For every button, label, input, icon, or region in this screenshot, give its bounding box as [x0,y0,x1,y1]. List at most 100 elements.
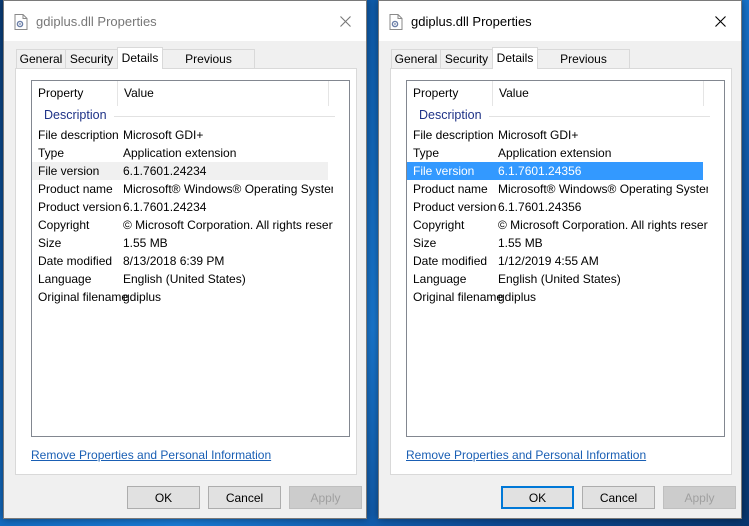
property-name: Date modified [38,254,113,268]
dll-file-icon [389,14,403,30]
tab-general[interactable]: General [391,49,441,68]
close-icon [714,15,726,27]
details-panel: Property Value Description File descript… [390,68,732,475]
column-header-value[interactable]: Value [118,81,328,106]
details-panel: Property Value Description File descript… [15,68,357,475]
property-name: Copyright [38,218,90,232]
cancel-button[interactable]: Cancel [582,486,655,509]
property-value: English (United States) [123,272,246,286]
tab-previous-versions[interactable]: Previous Versions [537,49,630,85]
property-value: 1.55 MB [123,236,168,250]
table-row[interactable]: Language English (United States) [32,270,349,288]
property-value: 6.1.7601.24234 [123,200,207,214]
property-name: Language [413,272,467,286]
property-name: Language [38,272,92,286]
table-row[interactable]: Copyright © Microsoft Corporation. All ri… [407,216,724,234]
group-title-description: Description [419,108,482,122]
property-value: 1/12/2019 4:55 AM [498,254,599,268]
apply-button[interactable]: Apply [289,486,362,509]
title-bar[interactable]: gdiplus.dll Properties [379,1,741,41]
column-divider[interactable] [328,81,329,106]
tab-details[interactable]: Details [117,47,163,69]
property-value: 6.1.7601.24234 [123,164,207,178]
close-icon [339,15,351,27]
column-header-property[interactable]: Property [32,81,117,106]
property-value: Microsoft® Windows® Operating System [123,182,333,196]
table-row[interactable]: Product name Microsoft® Windows® Operatin… [32,180,349,198]
title-bar[interactable]: gdiplus.dll Properties [4,1,366,41]
property-name: Copyright [413,218,465,232]
tab-details[interactable]: Details [492,47,538,69]
table-row[interactable]: File description Microsoft GDI+ [32,126,349,144]
table-row[interactable]: Product version 6.1.7601.24356 [407,198,724,216]
property-value: © Microsoft Corporation. All rights rese… [498,218,708,232]
table-row[interactable]: Size 1.55 MB [32,234,349,252]
properties-list[interactable]: Property Value Description File descript… [406,80,725,437]
close-button[interactable] [699,1,741,41]
property-value: Microsoft GDI+ [123,128,204,142]
property-name: Original filename [38,290,129,304]
remove-properties-link[interactable]: Remove Properties and Personal Informati… [406,448,646,462]
table-row[interactable]: Product name Microsoft® Windows® Operatin… [407,180,724,198]
property-value: gdiplus [498,290,537,304]
group-divider [489,116,710,117]
cancel-button[interactable]: Cancel [208,486,281,509]
remove-properties-link[interactable]: Remove Properties and Personal Informati… [31,448,271,462]
property-name: Date modified [413,254,488,268]
table-row[interactable]: File description Microsoft GDI+ [407,126,724,144]
property-value: 8/13/2018 6:39 PM [123,254,225,268]
window-title: gdiplus.dll Properties [36,14,157,29]
close-button[interactable] [324,1,366,41]
table-row[interactable]: Date modified 8/13/2018 6:39 PM [32,252,349,270]
property-name: Product name [38,182,113,196]
property-name: Product name [413,182,488,196]
property-name: Size [38,236,62,250]
table-row[interactable]: Copyright © Microsoft Corporation. All ri… [32,216,349,234]
column-header-property[interactable]: Property [407,81,492,106]
table-row[interactable]: Type Application extension [407,144,724,162]
property-name: File version [413,164,475,178]
property-value: 6.1.7601.24356 [498,164,582,178]
property-value: English (United States) [498,272,621,286]
table-row[interactable]: File version 6.1.7601.24234 [32,162,328,180]
table-row-selected[interactable]: File version 6.1.7601.24356 [407,162,703,180]
property-name: File description [413,128,494,142]
property-value: © Microsoft Corporation. All rights rese… [123,218,333,232]
ok-button[interactable]: OK [127,486,200,509]
property-rows: File description Microsoft GDI+ Type Appli… [407,126,724,306]
table-row[interactable]: Original filename gdiplus [407,288,724,306]
table-row[interactable]: Product version 6.1.7601.24234 [32,198,349,216]
tab-general[interactable]: General [16,49,66,68]
window-title: gdiplus.dll Properties [411,14,532,29]
property-name: File description [38,128,119,142]
tab-security[interactable]: Security [65,49,118,68]
property-name: File version [38,164,100,178]
apply-button[interactable]: Apply [663,486,736,509]
property-rows: File description Microsoft GDI+ Type Appli… [32,126,349,306]
properties-list[interactable]: Property Value Description File descript… [31,80,350,437]
table-row[interactable]: Type Application extension [32,144,349,162]
property-value: Application extension [123,146,237,160]
properties-dialog-left: gdiplus.dll Properties General Security … [3,0,367,519]
list-header: Property Value [32,81,349,106]
properties-dialog-right: gdiplus.dll Properties General Security … [378,0,742,519]
table-row[interactable]: Date modified 1/12/2019 4:55 AM [407,252,724,270]
property-name: Size [413,236,437,250]
property-name: Product version [38,200,122,214]
property-name: Type [413,146,440,160]
group-title-description: Description [44,108,107,122]
dll-file-icon [14,14,28,30]
tab-security[interactable]: Security [440,49,493,68]
table-row[interactable]: Original filename gdiplus [32,288,349,306]
table-row[interactable]: Size 1.55 MB [407,234,724,252]
property-name: Product version [413,200,497,214]
property-value: Microsoft GDI+ [498,128,579,142]
column-divider[interactable] [703,81,704,106]
column-header-value[interactable]: Value [493,81,703,106]
property-value: Microsoft® Windows® Operating System [498,182,708,196]
table-row[interactable]: Language English (United States) [407,270,724,288]
property-name: Original filename [413,290,504,304]
ok-button[interactable]: OK [501,486,574,509]
property-value: 1.55 MB [498,236,543,250]
tab-previous-versions[interactable]: Previous Versions [162,49,255,85]
